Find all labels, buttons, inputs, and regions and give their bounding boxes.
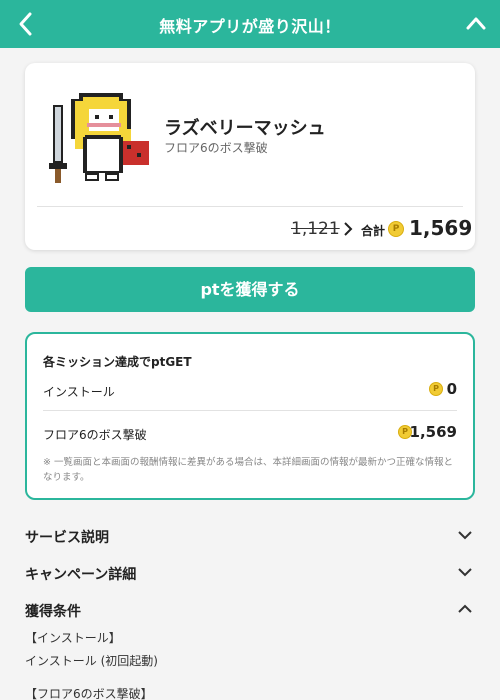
chevron-up-icon[interactable] (457, 603, 473, 615)
mission-points: 0 (446, 380, 457, 398)
app-icon (49, 93, 149, 183)
condition-detail: インストール (初回起動) (25, 654, 158, 668)
mission-points: 1,569 (409, 423, 457, 441)
chevron-right-icon (344, 222, 353, 236)
section-acquisition-conditions[interactable]: 獲得条件 (25, 599, 475, 621)
app-card: ラズベリーマッシュ フロア6のボス撃破 1,121 合計 P 1,569 (25, 63, 475, 250)
mission-label: フロア6のボス撃破 (43, 428, 147, 442)
condition-heading: 【インストール】 (25, 631, 121, 645)
section-label: キャンペーン詳細 (25, 567, 137, 583)
section-campaign-details[interactable]: キャンペーン詳細 (25, 562, 475, 584)
mission-title: 各ミッション達成でptGET (43, 355, 192, 369)
get-points-button[interactable]: ptを獲得する (25, 267, 475, 312)
total-points: 1,569 (409, 216, 473, 240)
point-coin-icon: P (429, 382, 443, 396)
header-title: 無料アプリが盛り沢山！ (159, 17, 341, 36)
chevron-down-icon[interactable] (457, 566, 473, 578)
mission-label: インストール (43, 385, 115, 399)
app-header: 無料アプリが盛り沢山！ (0, 0, 500, 48)
old-points: 1,121 (291, 219, 340, 239)
app-subtitle: フロア6のボス撃破 (164, 141, 268, 155)
chevron-up-icon[interactable] (464, 12, 488, 36)
mission-divider (43, 410, 457, 411)
total-label: 合計 (361, 224, 386, 238)
app-name: ラズベリーマッシュ (164, 118, 326, 139)
point-coin-icon: P (388, 221, 404, 237)
card-divider (37, 206, 463, 207)
disclaimer-note: ※ 一覧画面と本画面の報酬情報に差異がある場合は、本詳細画面の情報が最新かつ正確… (43, 457, 453, 483)
chevron-down-icon[interactable] (457, 529, 473, 541)
section-label: サービス説明 (25, 530, 109, 546)
mission-panel: 各ミッション達成でptGET インストール P 0 フロア6のボス撃破 P 1,… (25, 332, 475, 500)
condition-heading: 【フロア6のボス撃破】 (25, 687, 153, 700)
section-service-description[interactable]: サービス説明 (25, 525, 475, 547)
section-label: 獲得条件 (25, 604, 81, 620)
